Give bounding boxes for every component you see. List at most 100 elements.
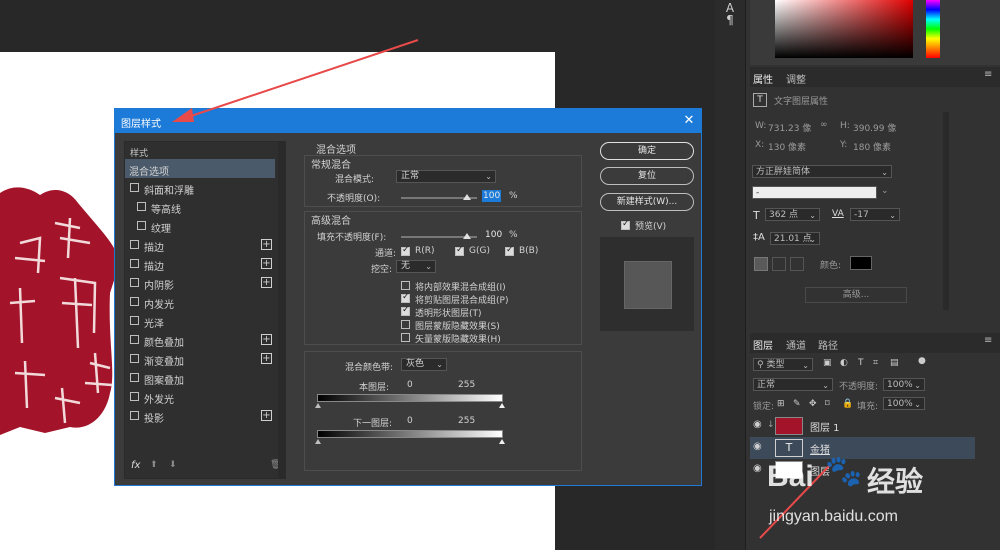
style-item[interactable]: 光泽 [125,311,275,330]
style-checkbox[interactable] [130,392,139,401]
layers-menu-icon[interactable]: ≡ [984,335,992,346]
style-item[interactable]: 描边 + [125,254,275,273]
layer-blend-select[interactable]: 正常 ⌄ [753,378,833,391]
this-layer-white-slider[interactable] [499,403,505,408]
style-checkbox[interactable] [130,316,139,325]
style-item[interactable]: 等高线 [125,197,275,216]
y-value[interactable]: 180 像素 [853,140,891,153]
this-layer-gradient[interactable] [317,394,503,402]
blend-mode-select[interactable]: 正常 ⌄ [396,170,496,183]
paragraph-icon[interactable]: ¶ [724,14,736,26]
tab-channels[interactable]: 通道 [786,337,806,352]
move-down-icon[interactable]: ⬇ [169,460,177,470]
channel-checkbox[interactable] [455,245,464,256]
panel-menu-icon[interactable]: ≡ [984,69,992,80]
style-checkbox[interactable] [130,335,139,344]
add-effect-icon[interactable]: + [261,334,272,345]
align-center-icon[interactable] [772,257,786,271]
lock-position-icon[interactable]: ✥ [809,399,817,409]
properties-scrollbar[interactable] [943,112,949,310]
lock-artboard-icon[interactable]: ⌑ [825,399,830,409]
ok-button[interactable]: 确定 [600,142,694,160]
x-value[interactable]: 130 像素 [768,140,806,153]
filter-smart-icon[interactable]: ▤ [890,358,899,368]
fill-opacity-knob[interactable] [463,233,471,239]
leading-field[interactable]: 21.01 点 ⌄ [770,232,820,245]
tab-adjustments[interactable]: 调整 [786,71,806,86]
layer-opacity-field[interactable]: 100% ⌄ [883,378,925,391]
style-item[interactable]: 外发光 [125,387,275,406]
w-value[interactable]: 731.23 像 [768,121,811,134]
style-item[interactable]: 投影 + [125,406,275,425]
close-icon[interactable]: ✕ [681,113,697,129]
align-right-icon[interactable] [790,257,804,271]
style-checkbox[interactable] [137,202,146,211]
add-effect-icon[interactable]: + [261,258,272,269]
reset-button[interactable]: 复位 [600,167,694,185]
style-item[interactable]: 内阴影 + [125,273,275,292]
style-item[interactable]: 内发光 [125,292,275,311]
font-family-select[interactable]: 方正胖娃简体 ⌄ [752,165,892,178]
channel-checkbox[interactable] [401,245,410,256]
advanced-option-checkbox[interactable] [401,320,410,329]
style-item[interactable]: 渐变叠加 + [125,349,275,368]
style-item[interactable]: 斜面和浮雕 [125,178,275,197]
filter-image-icon[interactable]: ▣ [823,358,832,368]
layer-row-image[interactable]: ◉ ↓ 图层 1 [750,415,975,437]
add-effect-icon[interactable]: + [261,277,272,288]
style-item[interactable]: 混合选项 [125,159,275,178]
this-layer-black-slider[interactable] [315,403,321,408]
advanced-option-checkbox[interactable] [401,333,410,342]
fx-icon[interactable]: fx [131,460,140,471]
filter-toggle-icon[interactable]: ● [918,356,926,366]
style-checkbox[interactable] [130,278,139,287]
layer-fill-field[interactable]: 100% ⌄ [883,397,925,410]
underlying-white-slider[interactable] [499,439,505,444]
chevron-down-icon[interactable]: ⌄ [881,186,889,196]
advanced-option-checkbox[interactable] [401,292,410,303]
knockout-select[interactable]: 无 ⌄ [396,260,436,273]
style-checkbox[interactable] [137,221,146,230]
filter-adjust-icon[interactable]: ◐ [840,358,848,368]
opacity-slider-knob[interactable] [463,194,471,200]
fill-opacity-field[interactable]: 100 [485,229,505,241]
style-checkbox[interactable] [130,297,139,306]
preview-checkbox[interactable] [621,219,630,230]
dialog-titlebar[interactable]: 图层样式 ✕ [115,109,701,133]
add-effect-icon[interactable]: + [261,410,272,421]
tracking-field[interactable]: -17 ⌄ [850,208,900,221]
tab-paths[interactable]: 路径 [818,337,838,352]
add-effect-icon[interactable]: + [261,239,272,250]
lock-pixels-icon[interactable]: ✎ [793,399,801,409]
style-checkbox[interactable] [130,259,139,268]
lock-transparent-icon[interactable]: ⊞ [777,399,785,409]
filter-shape-icon[interactable]: ⌗ [873,358,878,368]
new-style-button[interactable]: 新建样式(W)... [600,193,694,211]
channel-checkbox[interactable] [505,245,514,256]
link-icon[interactable]: ∞ [820,120,828,130]
color-field[interactable] [775,0,913,58]
style-checkbox[interactable] [130,183,139,192]
layer-name[interactable]: 图层 1 [810,419,840,434]
font-style-select[interactable]: - [752,186,877,199]
style-item[interactable]: 纹理 [125,216,275,235]
style-checkbox[interactable] [130,240,139,249]
add-effect-icon[interactable]: + [261,353,272,364]
underlying-layer-gradient[interactable] [317,430,503,438]
align-left-icon[interactable] [754,257,768,271]
opacity-field[interactable]: 100 [482,190,501,202]
layer-filter-select[interactable]: ⚲ 类型 ⌄ [753,358,813,371]
tab-properties[interactable]: 属性 [753,71,773,86]
style-item[interactable]: 颜色叠加 + [125,330,275,349]
filter-text-icon[interactable]: T [858,358,864,368]
advanced-button[interactable]: 高级... [805,287,907,303]
move-up-icon[interactable]: ⬆ [150,460,158,470]
font-size-field[interactable]: 362 点 ⌄ [765,208,820,221]
text-color-swatch[interactable] [850,256,872,270]
advanced-option-checkbox[interactable] [401,305,410,316]
style-checkbox[interactable] [130,411,139,420]
style-item[interactable]: 图案叠加 [125,368,275,387]
hue-slider[interactable] [926,0,940,58]
style-checkbox[interactable] [130,354,139,363]
blend-if-select[interactable]: 灰色 ⌄ [401,358,447,371]
